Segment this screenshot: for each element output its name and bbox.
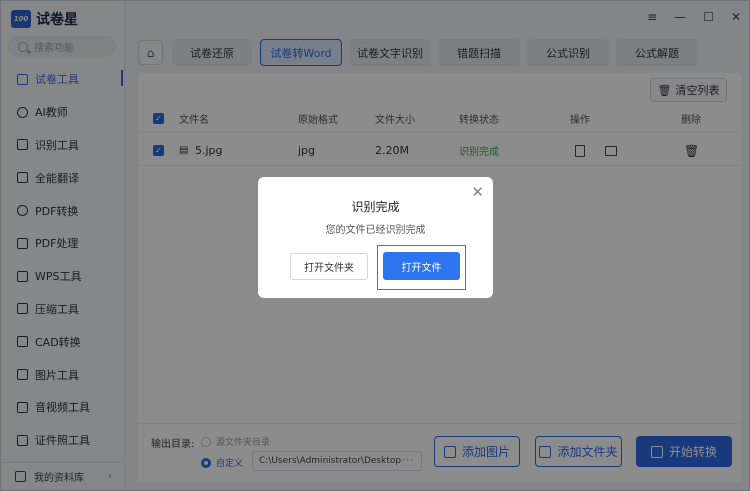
open-file-button[interactable]: 打开文件 <box>383 252 460 280</box>
dialog-message: 您的文件已经识别完成 <box>325 225 426 236</box>
open-folder-button[interactable]: 打开文件夹 <box>290 253 368 280</box>
dialog-title: 识别完成 <box>351 200 400 214</box>
highlight-box: 打开文件 <box>377 245 466 290</box>
recognition-complete-dialog: ✕ 识别完成 您的文件已经识别完成 打开文件夹 打开文件 <box>258 177 493 298</box>
